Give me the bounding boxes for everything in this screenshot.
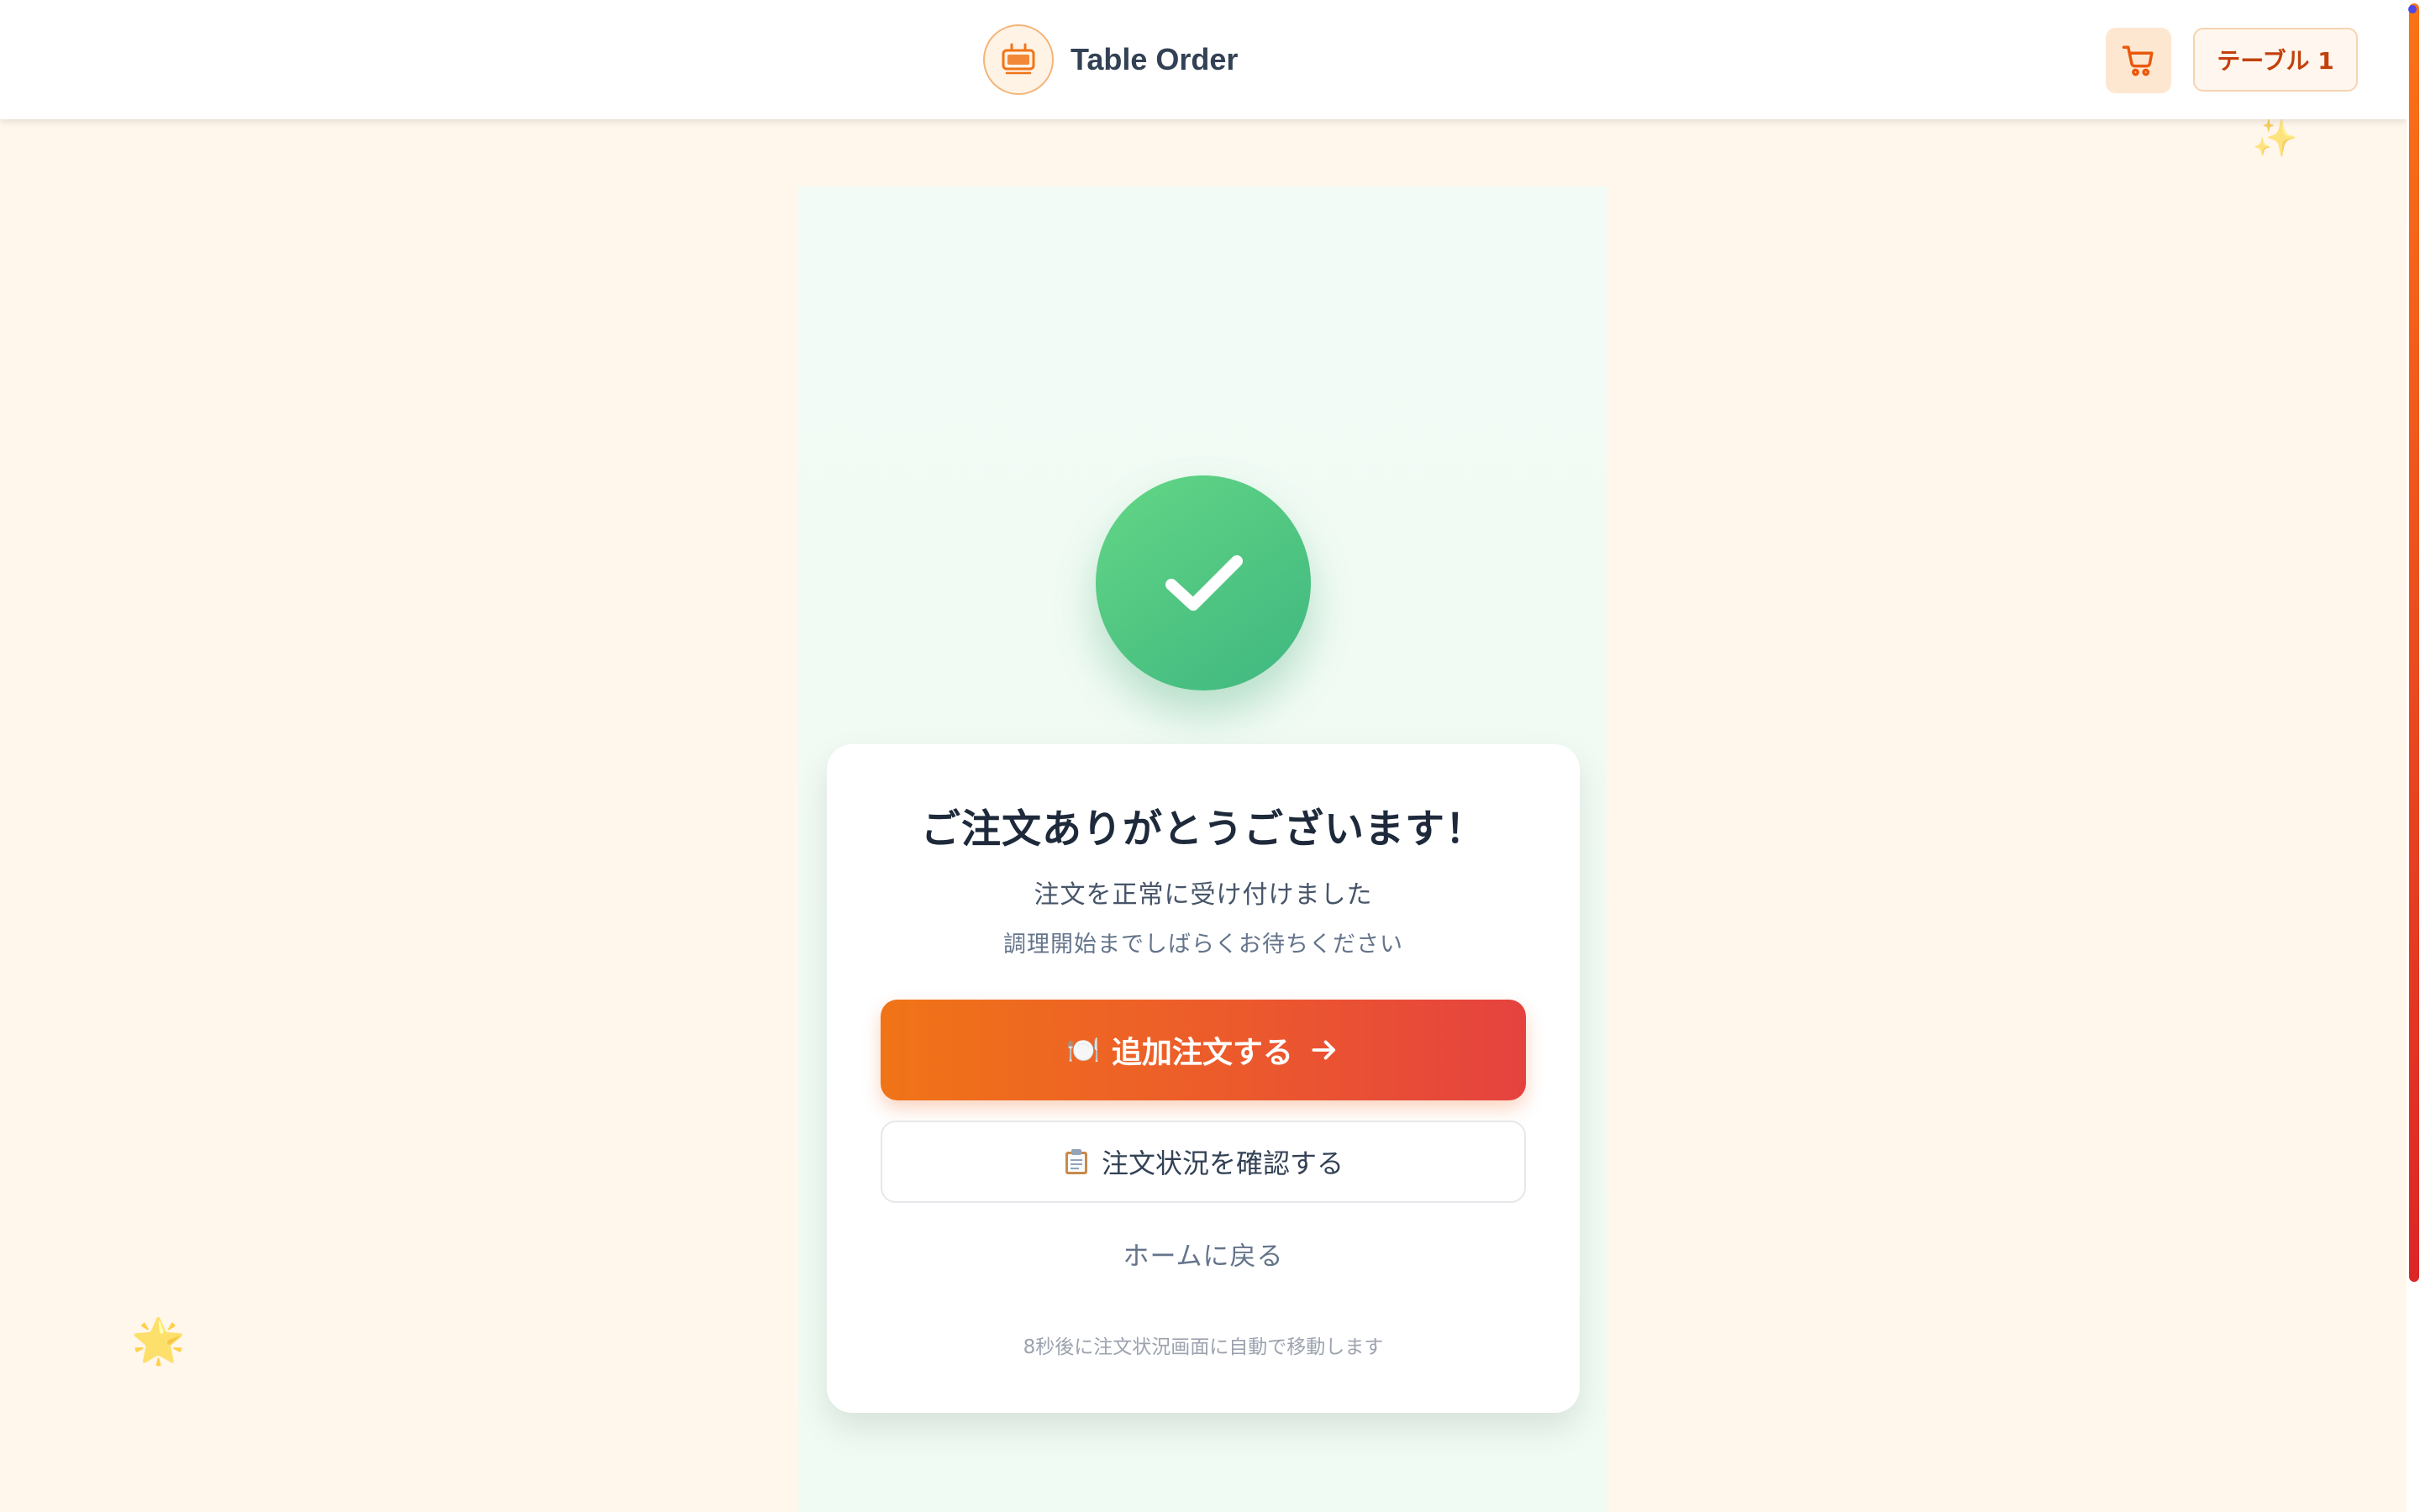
arrow-right-icon	[1308, 1034, 1340, 1066]
brand[interactable]: Table Order	[983, 23, 1238, 97]
confirmation-card: ご注文ありがとうございます！ 注文を正常に受け付けました 調理開始までしばらくお…	[827, 744, 1580, 1413]
plate-icon: 🍽️	[1066, 1034, 1100, 1066]
scrollbar[interactable]	[2407, 0, 2420, 1512]
success-badge	[1096, 475, 1311, 690]
cart-button[interactable]	[2106, 28, 2171, 93]
app-title: Table Order	[1071, 42, 1239, 76]
cart-icon	[2122, 45, 2154, 76]
confirmation-title: ご注文ありがとうございます！	[921, 806, 1486, 853]
confirmation-note: 調理開始までしばらくお待ちください	[1003, 932, 1403, 958]
add-order-label: 追加注文する	[1111, 1036, 1293, 1070]
table-number-button[interactable]: テーブル 1	[2193, 28, 2358, 92]
check-order-status-button[interactable]: 注文状況を確認する	[881, 1121, 1526, 1203]
scrollbar-thumb[interactable]	[2409, 3, 2419, 1282]
star-decoration: 🌟	[131, 1316, 186, 1367]
scroll-indicator-dot	[2408, 5, 2417, 13]
app-header: Table Order テーブル 1	[0, 0, 2407, 119]
back-to-home-link[interactable]: ホームに戻る	[1077, 1235, 1329, 1273]
confirmation-subtitle: 注文を正常に受け付けました	[1034, 880, 1373, 910]
check-order-status-label: 注文状況を確認する	[1101, 1147, 1344, 1179]
clipboard-icon	[1063, 1147, 1090, 1176]
add-order-button[interactable]: 🍽️ 追加注文する	[881, 1000, 1526, 1100]
check-icon	[1165, 555, 1243, 611]
auto-redirect-note: 8秒後に注文状況画面に自動で移動します	[1023, 1336, 1384, 1358]
tv-icon	[983, 24, 1054, 95]
sparkle-decoration: ✨	[2252, 117, 2298, 160]
